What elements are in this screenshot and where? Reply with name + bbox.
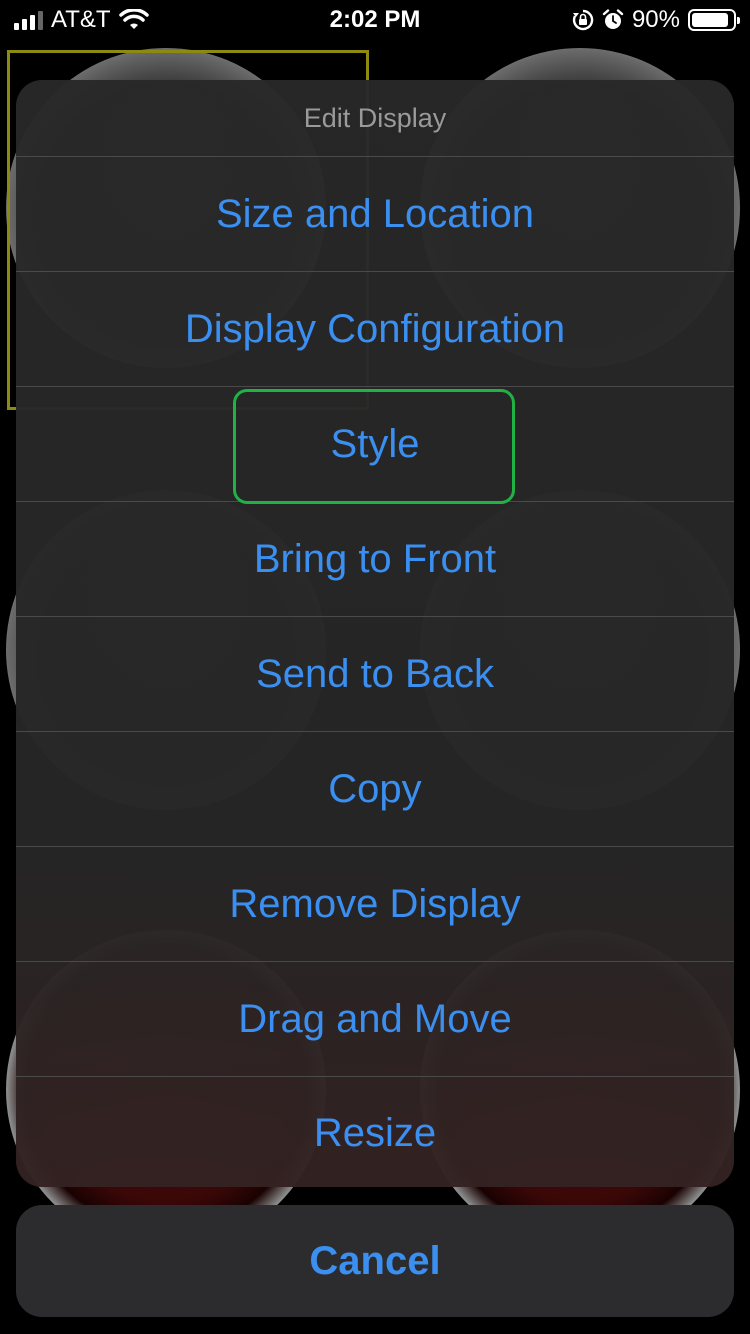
cancel-button[interactable]: Cancel: [16, 1205, 734, 1317]
copy-button[interactable]: Copy: [16, 732, 734, 847]
remove-display-button[interactable]: Remove Display: [16, 847, 734, 962]
battery-icon: [688, 9, 740, 31]
size-and-location-button[interactable]: Size and Location: [16, 157, 734, 272]
screen: AT&T 2:02 PM 90% Edit Display Size and L…: [0, 0, 750, 1334]
status-right: 90%: [572, 6, 740, 34]
send-to-back-button[interactable]: Send to Back: [16, 617, 734, 732]
button-label: Bring to Front: [253, 536, 497, 581]
status-bar: AT&T 2:02 PM 90%: [0, 0, 750, 40]
button-label: Copy: [328, 766, 422, 811]
button-label: Size and Location: [215, 191, 534, 236]
battery-percent: 90%: [631, 6, 680, 33]
cancel-label: Cancel: [309, 1238, 441, 1283]
focus-ring: [233, 389, 515, 504]
action-sheet: Edit Display Size and Location Display C…: [16, 80, 734, 1187]
resize-button[interactable]: Resize: [16, 1077, 734, 1187]
button-label: Display Configuration: [184, 306, 566, 351]
button-label: Drag and Move: [238, 996, 512, 1041]
orientation-lock-icon: [572, 9, 594, 31]
display-configuration-button[interactable]: Display Configuration: [16, 272, 734, 387]
action-sheet-title: Edit Display: [16, 80, 734, 157]
battery-fill: [692, 13, 728, 27]
bring-to-front-button[interactable]: Bring to Front: [16, 502, 734, 617]
button-label: Resize: [313, 1110, 437, 1155]
drag-and-move-button[interactable]: Drag and Move: [16, 962, 734, 1077]
button-label: Remove Display: [229, 881, 521, 926]
button-label: Send to Back: [256, 651, 494, 696]
alarm-icon: [602, 9, 624, 29]
style-button[interactable]: Style: [16, 387, 734, 504]
